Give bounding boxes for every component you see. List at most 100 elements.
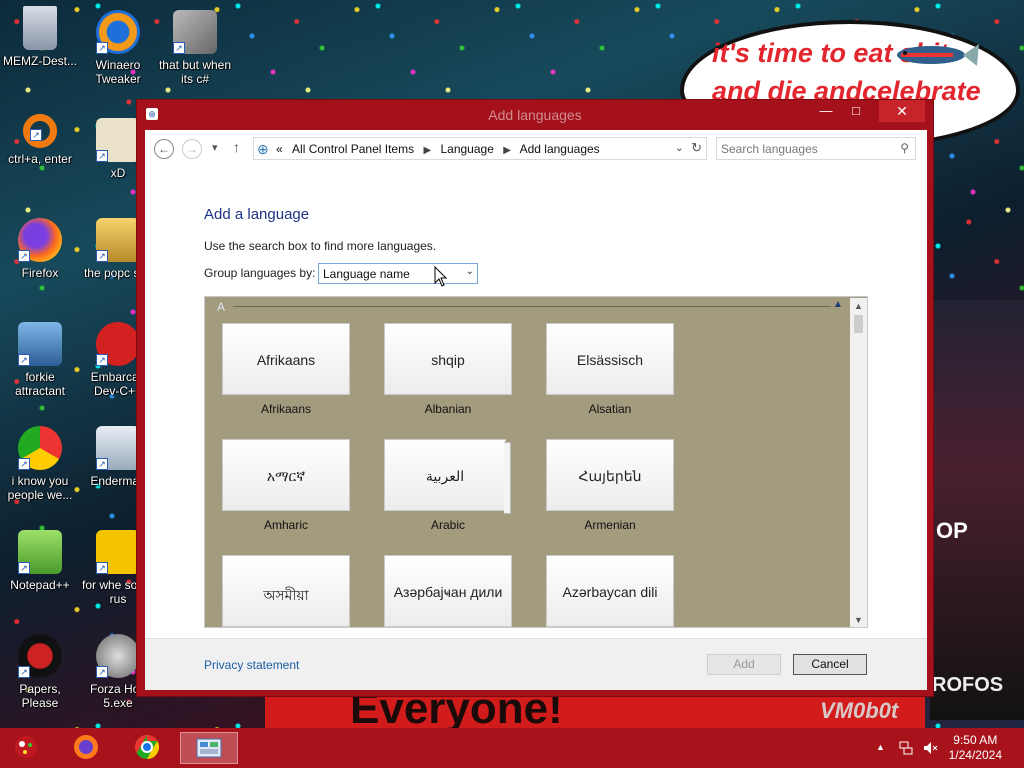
image-file-icon: ↗ [96,530,140,574]
notepadpp-icon: ↗ [18,530,62,574]
desktop-icon-memz[interactable]: MEMZ-Dest... [0,6,80,68]
language-list: A ▲ Afrikaans Afrikaans shqip Albanian E… [204,296,868,628]
desktop-icon-notepadpp[interactable]: ↗ Notepad++ [0,530,80,592]
desktop-icon-label: Papers, Please [19,682,61,710]
scroll-down-icon[interactable]: ▼ [850,612,867,627]
breadcrumb-item[interactable]: Add languages [520,142,600,156]
language-tile-azerbaijani-cyrillic[interactable]: Азәрбајҹан дили [384,555,512,627]
winaero-icon: ↗ [96,10,140,54]
refresh-icon[interactable]: ↻ [691,140,702,156]
language-native-name: العربية [425,468,465,484]
vertical-scrollbar[interactable]: ▲ ▼ [850,298,867,627]
language-native-name: Azərbaycan dili [562,584,658,600]
desktop-icon-label: Winaero Tweaker [95,58,141,86]
forward-arrow-icon[interactable]: → [182,139,202,159]
ring-icon: ↗ [23,114,57,148]
desktop-icon-papers-please[interactable]: ↗ Papers, Please [0,634,80,710]
back-arrow-icon[interactable]: ← [154,139,174,159]
address-bar[interactable]: ⊕ « All Control Panel Items ▶ Language ▶… [253,137,707,160]
up-arrow-icon[interactable]: ↑ [233,139,240,155]
group-by-label: Group languages by: [204,266,316,280]
breadcrumb-separator-icon[interactable]: ▶ [423,145,431,156]
firefox-icon: ↗ [18,218,62,262]
language-tile-arabic[interactable]: العربية [384,439,511,514]
language-native-name: Азәрбајҹан дили [393,584,503,600]
wallpaper-sign: ROFOS [932,674,1004,696]
group-divider [233,306,831,307]
address-toolbar: ← → ▾ ↑ ⊕ « All Control Panel Items ▶ La… [145,130,927,168]
close-button[interactable]: ✕ [879,100,925,122]
language-native-name: Elsässisch [576,352,644,368]
desktop-icon-label: i know you people we... [7,474,73,502]
scroll-up-icon[interactable]: ▲ [850,298,867,314]
media-file-icon: ↗ [96,218,140,262]
minimize-button[interactable]: — [811,100,841,122]
taskbar: ▲ 9:50 AM 1/24/2024 [0,728,1024,768]
language-name: Arabic [430,518,465,532]
address-dropdown-icon[interactable]: ⌄ [675,141,684,154]
desktop-icon-firefox[interactable]: ↗ Firefox [0,218,80,280]
privacy-statement-link[interactable]: Privacy statement [204,658,299,672]
breadcrumb-item[interactable]: Language [440,142,493,156]
recent-locations-chevron-icon[interactable]: ▾ [212,141,218,154]
add-button[interactable]: Add [707,654,781,675]
system-clock[interactable]: 9:50 AM 1/24/2024 [949,733,1002,763]
language-tile-alsatian[interactable]: Elsässisch [546,323,674,395]
language-name: Afrikaans [260,402,312,416]
taskbar-firefox[interactable] [66,732,106,764]
group-header[interactable]: A [217,300,225,314]
wallpaper-sign: VM0b0t [820,698,899,723]
breadcrumb-overflow[interactable]: « [276,142,283,156]
wallpaper-city: OP ROFOS [930,300,1024,720]
flash-icon: ↗ [96,634,140,678]
start-button[interactable] [6,732,46,764]
group-by-select[interactable]: Language name ⌄ [318,263,478,284]
desktop-icon-label: Notepad++ [10,578,70,592]
start-orb-icon [15,736,37,758]
language-tile-afrikaans[interactable]: Afrikaans [222,323,350,395]
cancel-button[interactable]: Cancel [793,654,867,675]
control-panel-location-icon: ⊕ [257,141,269,157]
desktop-icon-winaero[interactable]: ↗ Winaero Tweaker [78,10,158,86]
desktop-icon-label: Firefox [21,266,59,280]
breadcrumb-item[interactable]: All Control Panel Items [292,142,414,156]
desktop-icon-label: MEMZ-Dest... [3,54,77,68]
language-tile-armenian[interactable]: Հայերեն [546,439,674,511]
scrollbar-thumb[interactable] [854,315,863,333]
search-input[interactable] [721,141,891,156]
language-native-name: অসমীয়া [263,587,309,603]
desktop-icon-forkie[interactable]: ↗ forkie attractant [0,322,80,398]
desktop-icon-label: forkie attractant [14,370,66,398]
language-native-name: Հայերեն [578,468,642,484]
collapse-group-icon[interactable]: ▲ [833,299,843,310]
mouse-cursor-icon [434,266,448,287]
dialog-footer: Privacy statement Add Cancel [145,638,927,690]
taskbar-chrome[interactable] [127,732,167,764]
language-name: Alsatian [588,402,632,416]
title-bar[interactable]: ⊕ Add languages — □ ✕ [137,100,933,130]
language-name: Amharic [263,518,308,532]
volume-muted-icon[interactable] [922,740,938,759]
show-hidden-icons-icon[interactable]: ▲ [876,742,885,752]
language-tile-azerbaijani-latin[interactable]: Azərbaycan dili [546,555,674,627]
language-tile-albanian[interactable]: shqip [384,323,512,395]
desktop-icon-csharp[interactable]: ↗ that but when its c# [155,10,235,86]
language-tile-amharic[interactable]: አማርኛ [222,439,350,511]
desktop-icon-ctrl-a[interactable]: ↗ ctrl+a, enter [0,114,80,166]
language-tile-assamese[interactable]: অসমীয়া [222,555,350,627]
desktop-icon-label: ctrl+a, enter [8,152,72,166]
network-icon[interactable] [898,740,914,759]
settings-app-icon: ↗ [18,322,62,366]
network-icon-glyph [899,741,913,755]
hex-editor-icon: ↗ [96,118,140,162]
breadcrumb-separator-icon[interactable]: ▶ [503,145,511,156]
language-native-name: አማርኛ [266,468,306,484]
search-icon[interactable]: ⚲ [900,141,909,155]
search-box[interactable]: ⚲ [716,137,916,160]
taskbar-control-panel[interactable] [180,732,238,764]
desktop-icon-chrome-shortcut[interactable]: ↗ i know you people we... [0,426,80,502]
page-title: Add a language [204,206,310,223]
search-hint: Use the search box to find more language… [204,239,437,253]
maximize-button[interactable]: □ [841,100,871,122]
desktop-icon-label: that but when its c# [158,58,232,86]
